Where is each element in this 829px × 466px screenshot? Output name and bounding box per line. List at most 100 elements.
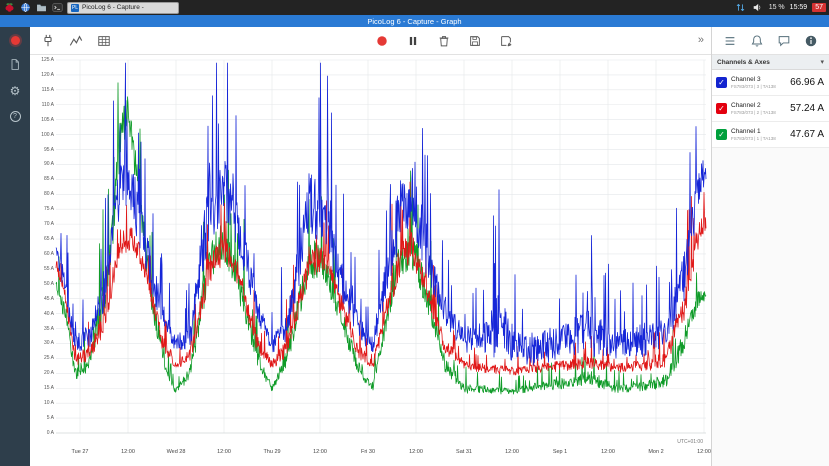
y-axis-label: 125 A — [32, 57, 54, 63]
settings-gear-icon[interactable]: ⚙ — [10, 84, 21, 98]
picolog-app-icon: PL — [71, 4, 79, 12]
channel-1-checkbox[interactable]: ✓ — [716, 129, 727, 140]
x-axis-label: Mon 2 — [641, 449, 671, 455]
channel-3-labels: Channel 3 FS783/073 | 3 | TA138 — [731, 76, 776, 89]
x-axis-label: Fri 30 — [353, 449, 383, 455]
web-browser-icon[interactable] — [19, 2, 31, 14]
channel-name: Channel 3 — [731, 76, 776, 83]
taskbar-window-button[interactable]: PL PicoLog 6 - Capture - — [67, 2, 179, 14]
y-axis-label: 60 A — [32, 251, 54, 257]
devices-view-button[interactable] — [39, 32, 57, 50]
channel-value: 66.96 A — [790, 77, 824, 88]
app-sidebar: ⚙ ? — [0, 27, 30, 466]
channel-device: FS783/073 | 1 | TA138 — [731, 136, 776, 141]
y-axis-label: 20 A — [32, 370, 54, 376]
recording-indicator — [11, 36, 20, 45]
channel-row-3[interactable]: ✓ Channel 3 FS783/073 | 3 | TA138 66.96 … — [712, 70, 829, 96]
save-as-button[interactable] — [497, 32, 515, 50]
channels-axes-header[interactable]: Channels & Axes ▾ — [712, 55, 829, 70]
y-axis-label: 35 A — [32, 326, 54, 332]
y-axis-label: 110 A — [32, 102, 54, 108]
y-axis-label: 55 A — [32, 266, 54, 272]
capture-controls-group — [190, 32, 698, 50]
volume-icon[interactable] — [752, 2, 764, 14]
content-area: » UTC+01:00 0 A5 A10 A15 A20 A25 A30 A35… — [30, 27, 711, 466]
x-axis-label: 12:00 — [305, 449, 335, 455]
info-icon[interactable] — [803, 32, 820, 49]
channel-2-checkbox[interactable]: ✓ — [716, 103, 727, 114]
y-axis-label: 45 A — [32, 296, 54, 302]
capture-file-icon[interactable] — [9, 58, 21, 71]
terminal-icon[interactable] — [51, 2, 63, 14]
y-axis-label: 40 A — [32, 311, 54, 317]
table-view-button[interactable] — [95, 32, 113, 50]
y-axis-label: 5 A — [32, 415, 54, 421]
panel-toolbar — [712, 27, 829, 55]
x-axis-label: Sat 31 — [449, 449, 479, 455]
window-title: PicoLog 6 - Capture - Graph — [367, 17, 461, 26]
x-axis-label: 12:00 — [113, 449, 143, 455]
x-axis-label: Sep 1 — [545, 449, 575, 455]
channel-name: Channel 2 — [731, 102, 776, 109]
toolbar-expand-button[interactable]: » — [698, 35, 711, 46]
alarms-bell-icon[interactable] — [748, 32, 765, 49]
y-axis-label: 105 A — [32, 117, 54, 123]
channel-device: FS783/073 | 2 | TA138 — [731, 110, 776, 115]
y-axis-label: 70 A — [32, 221, 54, 227]
y-axis-label: 15 A — [32, 385, 54, 391]
channel-3-checkbox[interactable]: ✓ — [716, 77, 727, 88]
taskbar-tray: 15 % 15:59 57 — [735, 2, 826, 14]
file-manager-icon[interactable] — [35, 2, 47, 14]
delete-capture-button[interactable] — [435, 32, 453, 50]
check-icon: ✓ — [718, 103, 725, 114]
channels-axes-title: Channels & Axes — [717, 59, 770, 66]
raspberry-menu-icon[interactable] — [3, 2, 15, 14]
graph-plot-area: UTC+01:00 0 A5 A10 A15 A20 A25 A30 A35 A… — [30, 55, 711, 466]
notification-badge[interactable]: 57 — [812, 3, 826, 12]
y-axis-label: 0 A — [32, 430, 54, 436]
record-button[interactable] — [373, 32, 391, 50]
channel-row-1[interactable]: ✓ Channel 1 FS783/073 | 1 | TA138 47.67 … — [712, 122, 829, 148]
view-switch-group — [30, 32, 190, 50]
main-layout: ⚙ ? — [0, 27, 829, 466]
y-axis-label: 85 A — [32, 176, 54, 182]
y-axis-label: 120 A — [32, 72, 54, 78]
channels-panel: Channels & Axes ▾ ✓ Channel 3 FS783/073 … — [711, 27, 829, 466]
pause-button[interactable] — [404, 32, 422, 50]
graph-canvas[interactable] — [30, 55, 711, 466]
channel-row-2[interactable]: ✓ Channel 2 FS783/073 | 2 | TA138 57.24 … — [712, 96, 829, 122]
x-axis-label: Tue 27 — [65, 449, 95, 455]
help-icon[interactable]: ? — [10, 111, 21, 122]
save-button[interactable] — [466, 32, 484, 50]
taskbar-window-label: PicoLog 6 - Capture - — [82, 4, 144, 11]
os-taskbar: PL PicoLog 6 - Capture - 15 % 15:59 57 — [0, 0, 829, 15]
app-titlebar: PicoLog 6 - Capture - Graph — [0, 15, 829, 27]
y-axis-label: 80 A — [32, 191, 54, 197]
y-axis-label: 10 A — [32, 400, 54, 406]
graph-view-button[interactable] — [67, 32, 85, 50]
x-axis-label: 12:00 — [689, 449, 711, 455]
x-axis-label: 12:00 — [401, 449, 431, 455]
check-icon: ✓ — [718, 77, 725, 88]
graph-toolbar: » — [30, 27, 711, 55]
x-axis-label: 12:00 — [497, 449, 527, 455]
network-arrows-icon[interactable] — [735, 2, 747, 14]
annotations-comment-icon[interactable] — [776, 32, 793, 49]
check-icon: ✓ — [718, 129, 725, 140]
y-axis-label: 30 A — [32, 340, 54, 346]
y-axis-label: 65 A — [32, 236, 54, 242]
y-axis-label: 115 A — [32, 87, 54, 93]
x-axis-label: 12:00 — [593, 449, 623, 455]
cpu-usage-text: 15 % — [769, 4, 785, 11]
channel-device: FS783/073 | 3 | TA138 — [731, 84, 776, 89]
y-axis-label: 75 A — [32, 206, 54, 212]
properties-list-icon[interactable] — [721, 32, 738, 49]
channel-value: 57.24 A — [790, 103, 824, 114]
x-axis-label: Thu 29 — [257, 449, 287, 455]
x-axis-label: 12:00 — [209, 449, 239, 455]
channel-value: 47.67 A — [790, 129, 824, 140]
channel-2-labels: Channel 2 FS783/073 | 2 | TA138 — [731, 102, 776, 115]
channel-name: Channel 1 — [731, 128, 776, 135]
clock-text[interactable]: 15:59 — [790, 4, 808, 11]
y-axis-label: 100 A — [32, 132, 54, 138]
